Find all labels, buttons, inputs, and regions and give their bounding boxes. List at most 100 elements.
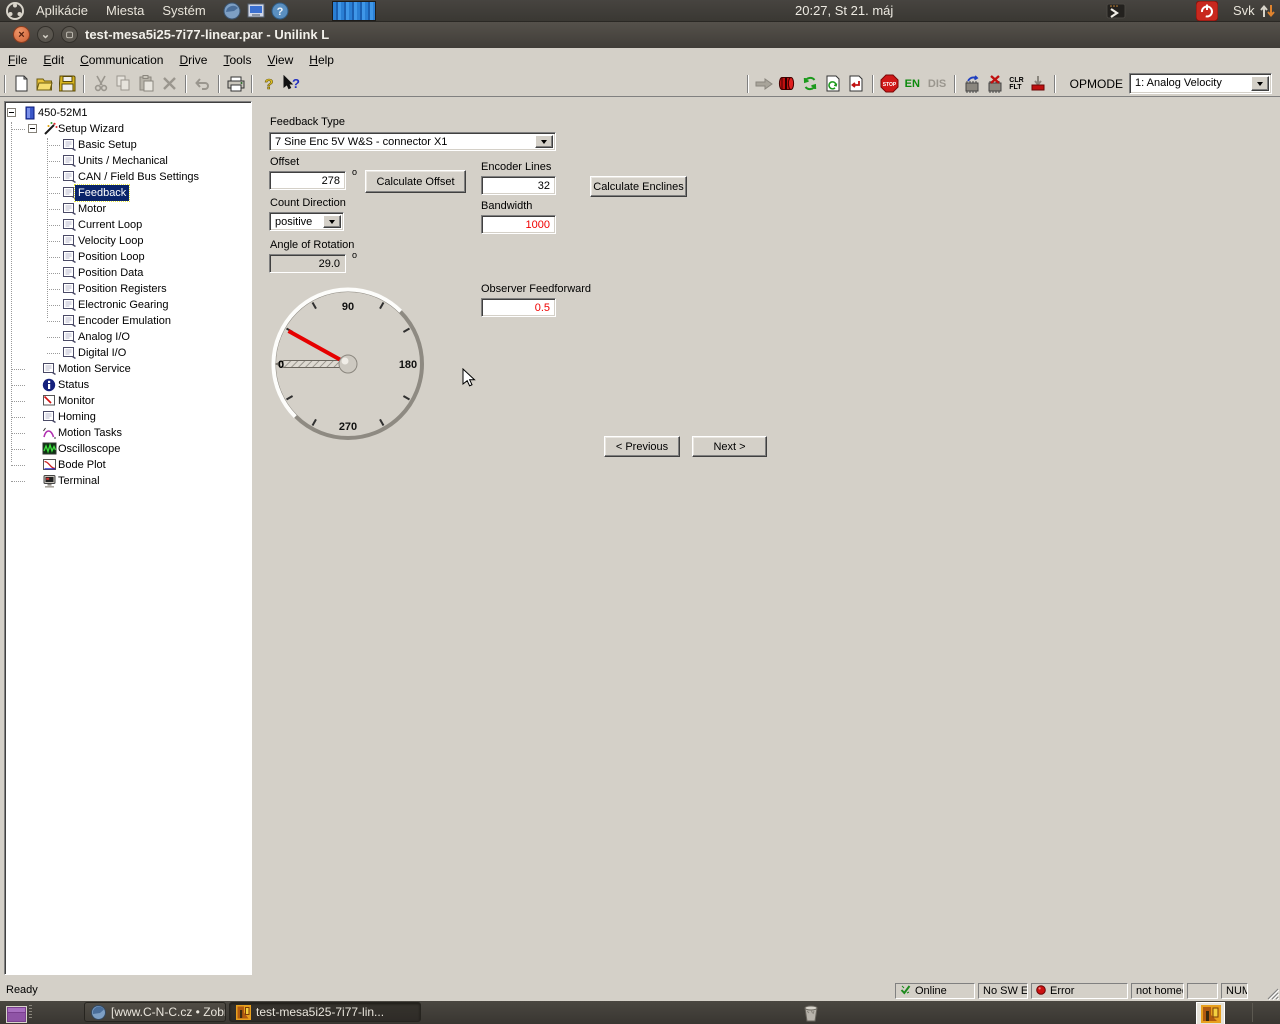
tree-item-electronic-gearing[interactable]: Electronic Gearing	[5, 297, 251, 313]
install-launcher-icon[interactable]	[245, 0, 267, 22]
tree-item-position-data[interactable]: Position Data	[5, 265, 251, 281]
tree-item-position-loop[interactable]: Position Loop	[5, 249, 251, 265]
paste-button[interactable]	[135, 73, 158, 95]
applet-handle[interactable]	[29, 1005, 32, 1020]
tree-item-motion-tasks[interactable]: Motion Tasks	[5, 425, 251, 441]
tree-item-motor[interactable]: Motor	[5, 201, 251, 217]
help-launcher-icon[interactable]: ?	[269, 0, 291, 22]
tree-item-label[interactable]: Velocity Loop	[75, 233, 146, 249]
send-to-drive-button[interactable]	[753, 73, 776, 95]
browser-launcher-icon[interactable]	[221, 0, 243, 22]
window-maximize-button[interactable]: ▢	[61, 26, 78, 43]
tree-item-label[interactable]: Oscilloscope	[55, 441, 123, 457]
menu-drive[interactable]: Drive	[171, 49, 215, 71]
window-close-button[interactable]: ×	[13, 26, 30, 43]
window-titlebar[interactable]: × ⌄ ▢ test-mesa5i25-7i77-linear.par - Un…	[0, 22, 1280, 49]
tree-item-label[interactable]: Position Loop	[75, 249, 148, 265]
unilink-tray-icon[interactable]	[1196, 1002, 1225, 1024]
tree-item-label[interactable]: Analog I/O	[75, 329, 133, 345]
offset-input[interactable]: 278	[269, 171, 346, 190]
context-help-button[interactable]: ?	[280, 73, 303, 95]
layout-arrows-icon[interactable]	[1257, 0, 1279, 22]
tree-item-label[interactable]: Encoder Emulation	[75, 313, 174, 329]
opmode-combobox[interactable]: 1: Analog Velocity	[1129, 73, 1272, 94]
distributor-logo-icon[interactable]	[4, 0, 26, 22]
open-file-button[interactable]	[33, 73, 56, 95]
previous-button[interactable]: < Previous	[604, 436, 680, 457]
tree-item-basic-setup[interactable]: Basic Setup	[5, 137, 251, 153]
tree-item-digital-i-o[interactable]: Digital I/O	[5, 345, 251, 361]
tree-item-status[interactable]: Status	[5, 377, 251, 393]
tree-collapse-toggle[interactable]	[7, 108, 16, 117]
enable-button[interactable]: EN	[901, 78, 924, 90]
count-direction-dropdown-button[interactable]	[323, 215, 341, 228]
tree-item-setup-wizard[interactable]: Setup Wizard	[5, 121, 251, 137]
copy-button[interactable]	[112, 73, 135, 95]
desktop-menu-aplikacie[interactable]: Aplikácie	[27, 0, 97, 22]
tree-item-label[interactable]: Bode Plot	[55, 457, 109, 473]
tree-item-monitor[interactable]: Monitor	[5, 393, 251, 409]
print-button[interactable]	[224, 73, 247, 95]
menu-file[interactable]: File	[0, 49, 35, 71]
menu-tools[interactable]: Tools	[215, 49, 259, 71]
keyboard-layout-indicator[interactable]: Svk	[1233, 0, 1255, 22]
tree-item-oscilloscope[interactable]: Oscilloscope	[5, 441, 251, 457]
calculate-offset-button[interactable]: Calculate Offset	[365, 170, 466, 193]
reload-parameters-button[interactable]	[822, 73, 845, 95]
clock[interactable]: 20:27, St 21. máj	[795, 0, 915, 22]
reset-button[interactable]	[983, 73, 1006, 95]
tree-item-label[interactable]: Monitor	[55, 393, 98, 409]
next-button[interactable]: Next >	[692, 436, 767, 457]
desktop-menu-system[interactable]: Systém	[153, 0, 214, 22]
tree-item-velocity-loop[interactable]: Velocity Loop	[5, 233, 251, 249]
tree-item-terminal[interactable]: Terminal	[5, 473, 251, 489]
tree-item-label[interactable]: Units / Mechanical	[75, 153, 171, 169]
tree-item-label[interactable]: Feedback	[73, 184, 131, 202]
desktop-menu-miesta[interactable]: Miesta	[97, 0, 153, 22]
opmode-dropdown-button[interactable]	[1251, 76, 1269, 91]
tree-item-label[interactable]: CAN / Field Bus Settings	[75, 169, 202, 185]
count-direction-combobox[interactable]: positive	[269, 212, 344, 231]
bandwidth-input[interactable]: 1000	[481, 215, 556, 234]
new-file-button[interactable]	[10, 73, 33, 95]
taskbar-task[interactable]: test-mesa5i25-7i77-lin...	[229, 1002, 421, 1022]
tree-item-homing[interactable]: Homing	[5, 409, 251, 425]
tree-item-label[interactable]: Terminal	[55, 473, 103, 489]
cut-button[interactable]	[89, 73, 112, 95]
tree-item-label[interactable]: Position Registers	[75, 281, 170, 297]
tree-item-label[interactable]: Current Loop	[75, 217, 145, 233]
clear-fault-button[interactable]: CLR FLT	[1006, 77, 1026, 91]
help-button[interactable]: ?	[257, 73, 280, 95]
taskbar-task[interactable]: [www.C-N-C.cz • Zobr...	[84, 1002, 226, 1022]
undo-button[interactable]	[191, 73, 214, 95]
trash-icon[interactable]	[800, 1002, 822, 1024]
tree-item-current-loop[interactable]: Current Loop	[5, 217, 251, 233]
calculate-enclines-button[interactable]: Calculate Enclines	[590, 176, 687, 197]
refresh-button[interactable]	[799, 73, 822, 95]
delete-button[interactable]	[158, 73, 181, 95]
save-button[interactable]	[56, 73, 79, 95]
tree-item-can-field-bus-settings[interactable]: CAN / Field Bus Settings	[5, 169, 251, 185]
observer-feedforward-input[interactable]: 0.5	[481, 298, 556, 317]
tree-item-label[interactable]: Motor	[75, 201, 109, 217]
tree-item-label[interactable]: Status	[55, 377, 92, 393]
tree-item-label[interactable]: Setup Wizard	[55, 121, 127, 137]
motor-stage-button[interactable]	[776, 73, 799, 95]
tree-item-analog-i-o[interactable]: Analog I/O	[5, 329, 251, 345]
tree-item-feedback[interactable]: Feedback	[5, 184, 251, 202]
window-thumbnail[interactable]	[331, 0, 376, 21]
feedback-type-combobox[interactable]: 7 Sine Enc 5V W&S - connector X1	[269, 132, 556, 151]
tree-item-label[interactable]: Homing	[55, 409, 99, 425]
tree-item-label[interactable]: Motion Service	[55, 361, 134, 377]
tree-item-bode-plot[interactable]: Bode Plot	[5, 457, 251, 473]
tree-item-motion-service[interactable]: Motion Service	[5, 361, 251, 377]
menu-help[interactable]: Help	[301, 49, 342, 71]
tree-item-label[interactable]: Motion Tasks	[55, 425, 125, 441]
tree-item-label[interactable]: Electronic Gearing	[75, 297, 172, 313]
save-to-eeprom-button[interactable]	[1027, 73, 1050, 95]
tree-item-label[interactable]: Position Data	[75, 265, 146, 281]
menu-communication[interactable]: Communication	[72, 49, 171, 71]
tree-item-units-mechanical[interactable]: Units / Mechanical	[5, 153, 251, 169]
stop-button[interactable]: STOP	[878, 73, 901, 95]
menu-view[interactable]: View	[259, 49, 301, 71]
